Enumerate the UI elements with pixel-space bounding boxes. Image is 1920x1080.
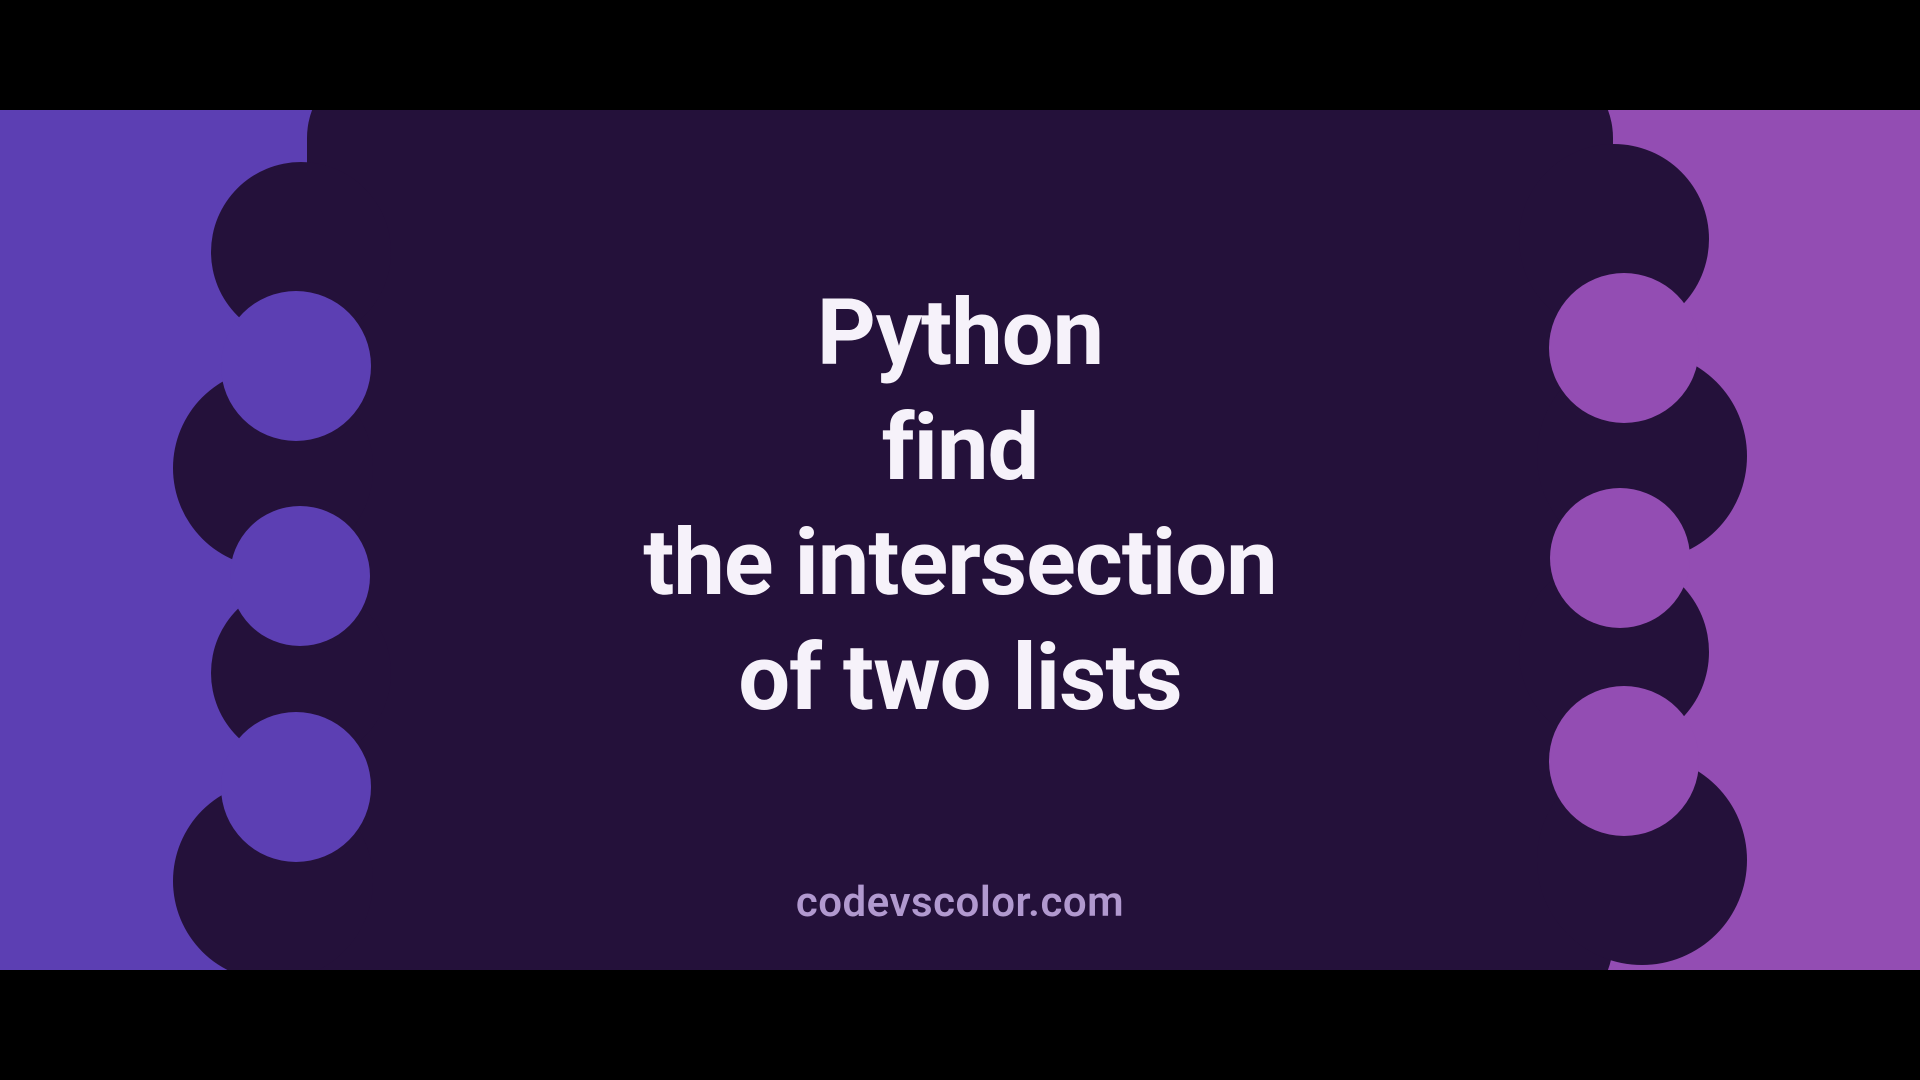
blob-dent (1549, 686, 1699, 836)
hero-card: Python find the intersection of two list… (0, 110, 1920, 970)
blob-dent (1550, 488, 1690, 628)
site-watermark: codevscolor.com (796, 878, 1124, 927)
blob-dent (1549, 273, 1699, 423)
letterbox-background: Python find the intersection of two list… (0, 0, 1920, 1080)
blob-dent (221, 712, 371, 862)
hero-title: Python find the intersection of two list… (643, 276, 1276, 736)
blob-dent (221, 291, 371, 441)
blob-dent (230, 506, 370, 646)
